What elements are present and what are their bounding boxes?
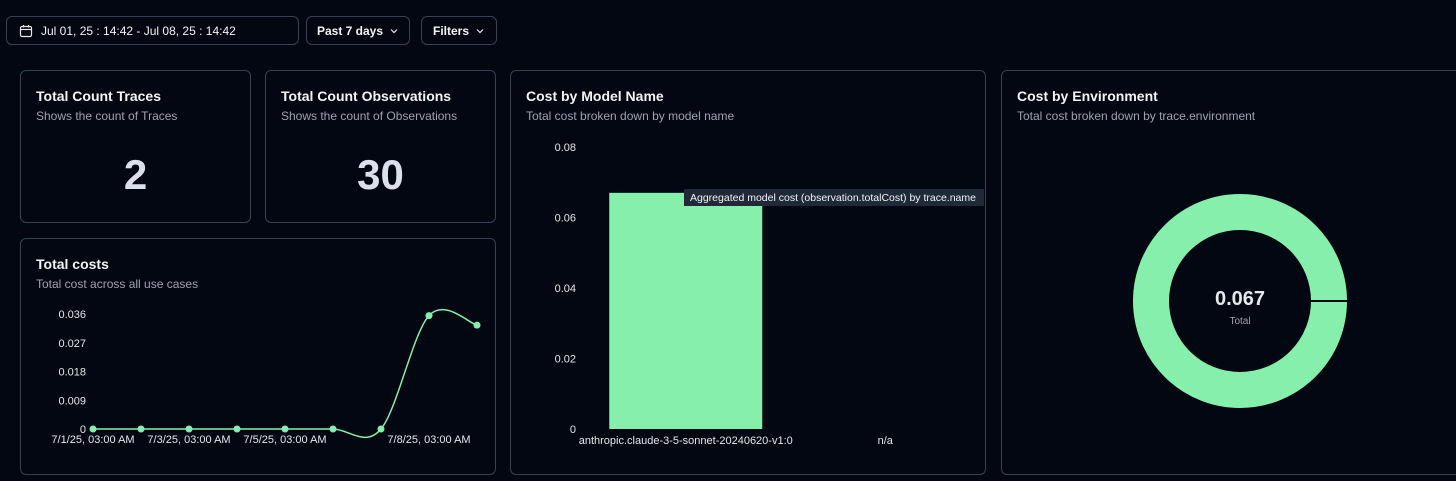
tooltip-text: Aggregated model cost (observation.total… [690,192,976,204]
y-tick-label: 0.027 [58,338,86,350]
y-tick-label: 0.018 [58,367,86,379]
card-title: Total Count Observations [281,88,452,104]
bar [609,192,763,429]
data-point [425,312,433,320]
cost-by-environment-card: Cost by Environment Total cost broken do… [1001,70,1456,475]
data-point [233,425,241,433]
filters-button[interactable]: Filters [421,16,497,45]
y-tick-label: 0.08 [555,142,576,154]
calendar-icon [19,24,33,37]
toolbar: Jul 01, 25 : 14:42 - Jul 08, 25 : 14:42 … [0,0,1456,60]
total-count-traces-card: Total Count Traces Shows the count of Tr… [20,70,251,223]
date-range-picker[interactable]: Jul 01, 25 : 14:42 - Jul 08, 25 : 14:42 [6,16,299,45]
x-tick-label: 7/8/25, 03:00 AM [387,434,470,446]
total-count-observations-card: Total Count Observations Shows the count… [265,70,496,223]
total-costs-card: Total costs Total cost across all use ca… [20,238,496,475]
cost-by-model-card: Cost by Model Name Total cost broken dow… [510,70,986,475]
y-tick-label: 0.06 [555,213,576,225]
card-subtitle: Shows the count of Traces [36,109,178,123]
x-tick-label: 7/5/25, 03:00 AM [243,434,326,446]
donut-center-value: 0.067 [1215,288,1265,310]
x-tick-label: anthropic.claude-3-5-sonnet-20240620-v1:… [579,435,793,447]
chevron-down-icon [476,28,484,33]
x-tick-label: 7/3/25, 03:00 AM [147,434,230,446]
data-point [377,425,385,433]
chevron-down-icon [390,28,398,33]
time-preset-select[interactable]: Past 7 days [306,16,410,45]
time-preset-label: Past 7 days [316,23,384,38]
x-tick-label: 7/1/25, 03:00 AM [51,434,134,446]
total-costs-line-chart: 00.0090.0180.0270.0367/1/25, 03:00 AM 7/3… [51,308,481,446]
chart-tooltip: Aggregated model cost (observation.total… [684,189,984,206]
data-point [329,425,337,433]
y-tick-label: 0.009 [58,395,86,407]
cost-by-model-bar-chart: 0 0.02 0.04 0.06 0.08 anthropic.claude-3-5-so… [555,142,984,447]
donut-center-label: Total [1229,316,1250,327]
data-point [281,425,289,433]
y-tick-label: 0.04 [555,283,576,295]
data-point [137,425,145,433]
y-tick-label: 0.02 [555,354,576,366]
date-range-label: Jul 01, 25 : 14:42 - Jul 08, 25 : 14:42 [41,23,236,38]
cost-series-line [92,308,478,439]
card-subtitle: Shows the count of Observations [281,109,458,123]
traces-count-value: 2 [123,151,148,198]
x-tick-label: n/a [878,435,894,447]
filters-label: Filters [432,23,469,38]
data-point [473,321,481,329]
data-point [185,425,193,433]
data-point [89,425,97,433]
card-title: Total Count Traces [36,88,161,104]
y-tick-label: 0 [570,424,576,436]
y-tick-label: 0.036 [58,309,86,321]
cost-by-environment-donut-chart: 0.067 Total [1133,194,1349,408]
observations-count-value: 30 [357,151,404,198]
